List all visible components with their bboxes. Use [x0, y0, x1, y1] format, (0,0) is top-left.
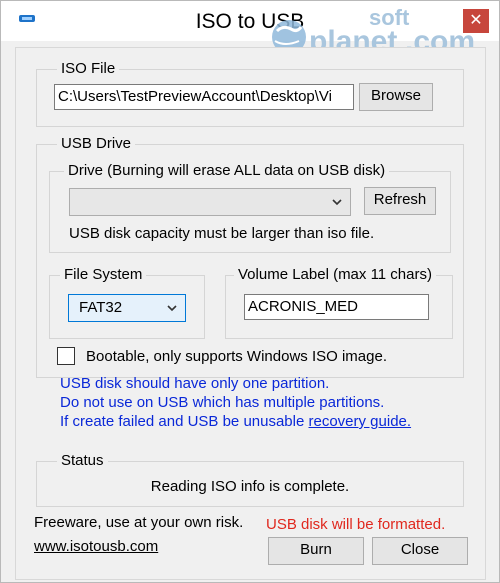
close-button[interactable]: Close	[372, 537, 468, 565]
bootable-checkbox[interactable]	[57, 347, 75, 365]
capacity-note: USB disk capacity must be larger than is…	[69, 225, 375, 242]
drive-select[interactable]	[69, 188, 351, 216]
volume-label-legend: Volume Label (max 11 chars)	[234, 266, 436, 283]
main-panel: ISO File C:\Users\TestPreviewAccount\Des…	[15, 47, 486, 580]
format-warning: USB disk will be formatted.	[266, 516, 446, 533]
file-system-select[interactable]: FAT32	[68, 294, 186, 322]
status-message: Reading ISO info is complete.	[150, 478, 350, 495]
iso-file-group: ISO File C:\Users\TestPreviewAccount\Des…	[36, 60, 464, 127]
freeware-note: Freeware, use at your own risk.	[34, 514, 244, 531]
title-bar: ISO to USB ✕	[1, 1, 499, 41]
recovery-guide-link[interactable]: recovery guide.	[309, 413, 412, 430]
website-link[interactable]: www.isotousb.com	[34, 538, 158, 555]
browse-button[interactable]: Browse	[359, 83, 433, 111]
chevron-down-icon	[332, 199, 342, 206]
note-recovery: If create failed and USB be unusable rec…	[60, 413, 411, 430]
note-multiple-partitions: Do not use on USB which has multiple par…	[60, 394, 385, 411]
usb-drive-group: USB Drive Drive (Burning will erase ALL …	[36, 135, 464, 378]
file-system-legend: File System	[60, 266, 147, 283]
iso-path-field[interactable]: C:\Users\TestPreviewAccount\Desktop\Vi	[54, 84, 354, 110]
usb-drive-legend: USB Drive	[57, 135, 136, 152]
file-system-value: FAT32	[79, 299, 123, 316]
status-group: Status Reading ISO info is complete.	[36, 452, 464, 507]
volume-label-field[interactable]: ACRONIS_MED	[244, 294, 429, 320]
volume-label-group: Volume Label (max 11 chars) ACRONIS_MED	[225, 266, 453, 339]
window-title: ISO to USB	[195, 10, 305, 33]
burn-button[interactable]: Burn	[268, 537, 364, 565]
bootable-label: Bootable, only supports Windows ISO imag…	[86, 348, 387, 365]
close-window-button[interactable]: ✕	[463, 9, 489, 33]
note-one-partition: USB disk should have only one partition.	[60, 375, 330, 392]
drive-legend: Drive (Burning will erase ALL data on US…	[64, 162, 390, 179]
refresh-button[interactable]: Refresh	[364, 187, 436, 215]
note-recovery-text: If create failed and USB be unusable	[60, 413, 309, 430]
chevron-down-icon	[167, 305, 177, 312]
file-system-group: File System FAT32	[49, 266, 205, 339]
status-legend: Status	[57, 452, 108, 469]
app-window: ISO to USB ✕ soft planet .com ISO File C…	[0, 0, 500, 583]
iso-file-legend: ISO File	[57, 60, 120, 77]
drive-group: Drive (Burning will erase ALL data on US…	[49, 162, 451, 253]
